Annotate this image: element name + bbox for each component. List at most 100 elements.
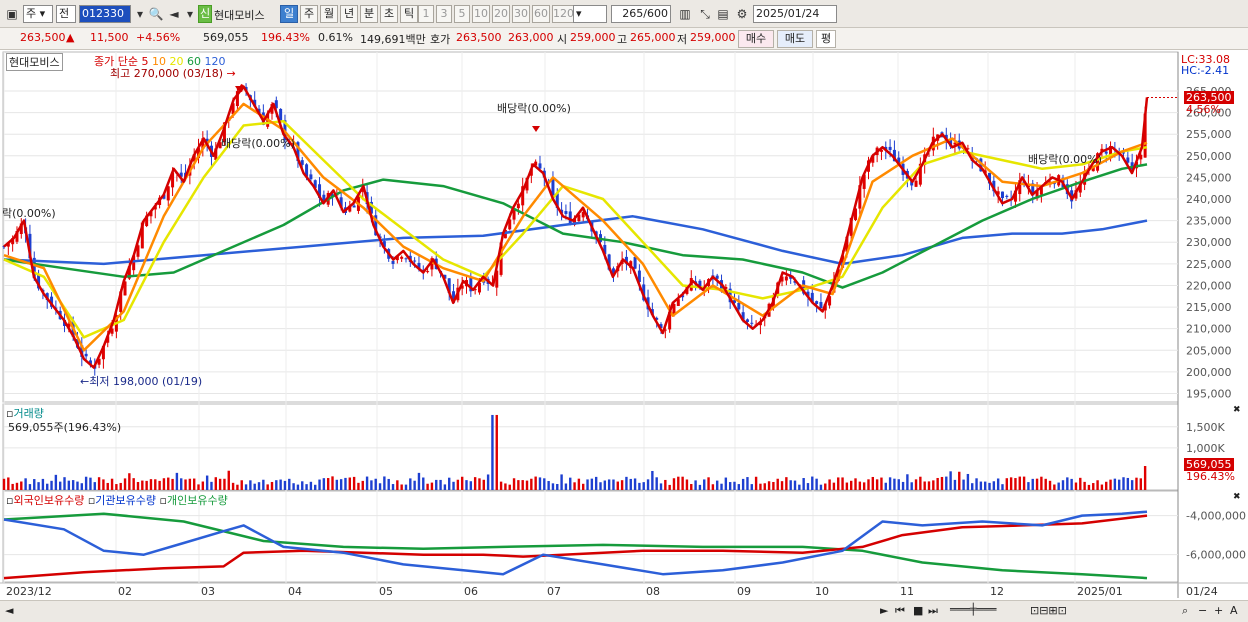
volume-bar [33,479,36,490]
search-icon[interactable]: 🔍 [147,5,165,23]
chart-area[interactable]: 265,000260,000255,000250,000245,000240,0… [0,51,1248,600]
x-tick-label: 10 [815,585,829,598]
text-icon[interactable]: A [1230,604,1238,617]
volume-bar [499,481,503,490]
volume-bar [240,480,243,490]
layout-icon[interactable]: ⊡⊟⊞⊡ [1030,604,1067,617]
buy-button[interactable]: 매수 [738,30,774,48]
prev-button[interactable]: 전 [56,5,76,23]
volume-bar [728,482,732,490]
volume-bar [988,482,991,490]
save-icon[interactable]: ▤ [714,5,732,23]
minute-tab[interactable]: 3 [436,5,452,23]
volume-bar [71,480,75,490]
minute-tab[interactable]: 1 [418,5,434,23]
stock-code-input[interactable]: 012330 [79,5,131,23]
volume-bar [845,482,849,490]
volume-bar [586,479,589,490]
volume-bar [318,479,321,490]
volume-bar [115,484,118,490]
volume-bar [837,477,840,490]
volume-bar [223,478,226,490]
volume-bar [659,483,663,490]
period-tab[interactable]: 분 [360,5,378,23]
first-icon[interactable]: ⏮ [895,604,905,618]
volume-bar [227,470,230,490]
volume-bar [901,481,905,490]
close-icon[interactable]: ✖ [1233,492,1241,502]
period-tab[interactable]: 틱 [400,5,418,23]
volume-bar [893,478,896,490]
current-price: 263,500 [20,31,66,44]
candle-type-icon[interactable]: ▥ [676,5,694,23]
x-tick-label: 09 [737,585,751,598]
sell-button[interactable]: 매도 [777,30,813,48]
volume-bar [962,479,965,490]
x-tick-label: 12 [990,585,1004,598]
minute-tab[interactable]: 20 [492,5,510,23]
period-tab[interactable]: 주 [300,5,318,23]
volume-bar [249,480,252,490]
volume-bar [534,476,537,490]
volume-bar [996,478,1000,490]
zoom-in-icon[interactable]: ⌕ [1182,604,1188,618]
minute-tab[interactable]: 5 [454,5,470,23]
x-tick-label: 07 [547,585,561,598]
scroll-right-icon[interactable]: ► [880,604,888,617]
volume-bar [46,483,49,490]
current-pct-tag: 4.56% [1186,103,1221,116]
volume-bar [638,482,641,490]
price-tick-label: 250,000 [1186,150,1232,163]
minus-icon[interactable]: − [1198,604,1207,617]
scroll-left-icon[interactable]: ◄ [5,604,13,617]
minute-select[interactable]: ▾ [573,5,607,23]
plus-icon[interactable]: + [1214,604,1223,617]
volume-bar [314,484,317,490]
line-tool-icon[interactable]: ⤡ [696,5,714,23]
minute-tab[interactable]: 30 [512,5,530,23]
eval-button[interactable]: 평 [816,30,836,48]
volume-bar [979,481,983,490]
window-icon[interactable]: ▣ [3,5,21,23]
high-label: 고 [617,33,628,46]
count-input[interactable]: 265/600 [611,5,671,23]
volume-bar [806,483,810,490]
period-tab[interactable]: 일 [280,5,298,23]
volume-bar [703,479,706,490]
stop-icon[interactable]: ■ [913,604,923,617]
x-tick-label-right: 01/24 [1186,585,1218,598]
volume-bar [11,483,14,490]
volume-bar [651,470,654,490]
period-select[interactable]: 주 ▾ [23,5,53,23]
price-tick-label: 215,000 [1186,301,1232,314]
max-arrow-icon: → [226,67,236,80]
volume-bar [188,478,192,490]
volume-bar [720,483,723,490]
minute-tab[interactable]: 60 [532,5,550,23]
volume-bar [668,484,671,490]
period-tab[interactable]: 년 [340,5,358,23]
volume-bar [262,479,265,490]
volume-bar [914,479,918,490]
date-input[interactable]: 2025/01/24 [753,5,837,23]
volume-bar [525,480,529,490]
volume-bar [435,479,438,490]
volume-bar [76,481,79,490]
candle-body [84,353,88,357]
zoom-slider[interactable]: ═══╪═══ [950,603,996,616]
volume-bar [750,484,753,490]
minute-tab[interactable]: 10 [472,5,490,23]
menu-dropdown-icon[interactable]: ▾ [181,5,199,23]
gear-icon[interactable]: ⚙ [733,5,751,23]
volume-bar [1109,479,1112,490]
x-tick-label: 11 [900,585,914,598]
last-icon[interactable]: ⏭ [928,604,938,618]
period-tab[interactable]: 월 [320,5,338,23]
volume-bar [465,480,468,490]
minute-tab[interactable]: 120 [552,5,574,23]
volume-bar [767,481,771,490]
period-tab[interactable]: 초 [380,5,398,23]
min-arrow-icon: ← [80,375,90,388]
volume-bar [547,481,550,490]
close-icon[interactable]: ✖ [1233,405,1241,415]
